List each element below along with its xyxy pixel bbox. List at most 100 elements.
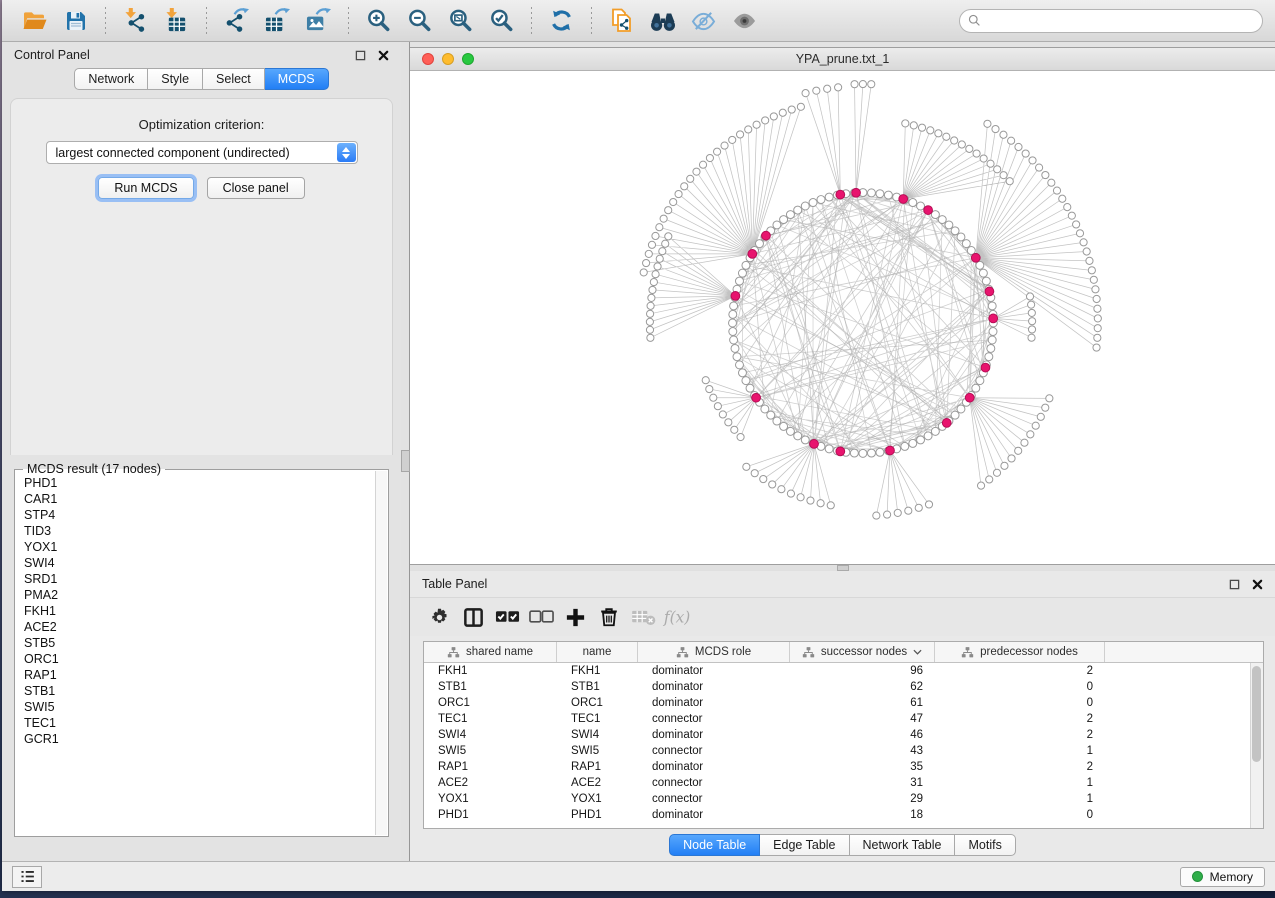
column-header-successor-nodes[interactable]: successor nodes — [790, 642, 935, 662]
mcds-result-item[interactable]: PHD1 — [24, 475, 387, 491]
table-row[interactable]: YOX1YOX1connector291 — [424, 791, 1263, 807]
show-all-icon[interactable] — [729, 5, 760, 36]
table-tab-network-table[interactable]: Network Table — [850, 834, 956, 856]
table-scrollbar-thumb[interactable] — [1252, 666, 1261, 762]
mcds-node[interactable] — [924, 206, 933, 215]
mcds-result-item[interactable]: STB5 — [24, 635, 387, 651]
mcds-result-item[interactable]: SWI5 — [24, 699, 387, 715]
mcds-result-item[interactable]: TID3 — [24, 523, 387, 539]
zoom-out-icon[interactable] — [404, 5, 435, 36]
close-panel-icon[interactable] — [378, 50, 389, 61]
mcds-result-item[interactable]: ORC1 — [24, 651, 387, 667]
export-image-icon[interactable] — [303, 5, 334, 36]
table-row[interactable]: ACE2ACE2connector311 — [424, 775, 1263, 791]
mcds-node[interactable] — [989, 314, 998, 323]
table-row[interactable]: SWI4SWI4dominator462 — [424, 727, 1263, 743]
mcds-node[interactable] — [836, 447, 845, 456]
mcds-result-item[interactable]: FKH1 — [24, 603, 387, 619]
mcds-result-item[interactable]: RAP1 — [24, 667, 387, 683]
mcds-node[interactable] — [981, 363, 990, 372]
tab-select[interactable]: Select — [203, 68, 265, 90]
mcds-result-item[interactable]: STB1 — [24, 683, 387, 699]
export-network-icon[interactable] — [221, 5, 252, 36]
table-row[interactable]: STB1STB1dominator620 — [424, 679, 1263, 695]
first-neighbors-icon[interactable] — [647, 5, 678, 36]
mcds-result-item[interactable]: PMA2 — [24, 587, 387, 603]
window-close-icon[interactable] — [422, 53, 434, 65]
column-header-predecessor-nodes[interactable]: predecessor nodes — [935, 642, 1105, 662]
mcds-list-scrollbar[interactable] — [375, 471, 387, 835]
mcds-result-item[interactable]: ACE2 — [24, 619, 387, 635]
table-row[interactable]: FKH1FKH1dominator962 — [424, 663, 1263, 679]
table-row[interactable]: RAP1RAP1dominator352 — [424, 759, 1263, 775]
mcds-node[interactable] — [971, 253, 980, 262]
import-network-icon[interactable] — [120, 5, 151, 36]
open-file-icon[interactable] — [19, 5, 50, 36]
column-header-name[interactable]: name — [557, 642, 638, 662]
mcds-result-item[interactable]: SRD1 — [24, 571, 387, 587]
import-table-icon[interactable] — [161, 5, 192, 36]
table-row[interactable]: ORC1ORC1dominator610 — [424, 695, 1263, 711]
horizontal-splitter[interactable] — [410, 565, 1275, 571]
vertical-splitter[interactable] — [401, 42, 410, 861]
mcds-node[interactable] — [942, 419, 951, 428]
column-header-shared-name[interactable]: shared name — [424, 642, 557, 662]
table-row[interactable]: TEC1TEC1connector472 — [424, 711, 1263, 727]
copy-network-icon[interactable] — [606, 5, 637, 36]
table-row[interactable]: SWI5SWI5connector431 — [424, 743, 1263, 759]
mcds-node[interactable] — [836, 190, 845, 199]
refresh-layout-icon[interactable] — [546, 5, 577, 36]
table-tab-node-table[interactable]: Node Table — [669, 834, 760, 856]
select-all-icon[interactable] — [490, 602, 524, 632]
float-table-panel-icon[interactable] — [1229, 579, 1240, 590]
network-canvas[interactable] — [410, 71, 1275, 564]
window-minimize-icon[interactable] — [442, 53, 454, 65]
mcds-result-item[interactable]: GCR1 — [24, 731, 387, 747]
deselect-all-icon[interactable] — [524, 602, 558, 632]
table-tab-edge-table[interactable]: Edge Table — [760, 834, 849, 856]
horizontal-splitter-handle[interactable] — [837, 565, 849, 571]
mcds-node[interactable] — [886, 446, 895, 455]
show-panels-list-button[interactable] — [12, 866, 42, 888]
mcds-node[interactable] — [899, 195, 908, 204]
close-table-panel-icon[interactable] — [1252, 579, 1263, 590]
table-scrollbar[interactable] — [1250, 663, 1263, 828]
window-maximize-icon[interactable] — [462, 53, 474, 65]
column-visibility-icon[interactable] — [456, 602, 490, 632]
mcds-result-item[interactable]: SWI4 — [24, 555, 387, 571]
close-panel-button[interactable]: Close panel — [207, 177, 305, 199]
mcds-node[interactable] — [985, 287, 994, 296]
mcds-node[interactable] — [852, 188, 861, 197]
mcds-node[interactable] — [752, 393, 761, 402]
run-mcds-button[interactable]: Run MCDS — [98, 177, 193, 199]
mcds-result-item[interactable]: TEC1 — [24, 715, 387, 731]
settings-gear-icon[interactable] — [422, 602, 456, 632]
tab-style[interactable]: Style — [148, 68, 203, 90]
mcds-node[interactable] — [965, 393, 974, 402]
save-session-icon[interactable] — [60, 5, 91, 36]
mcds-node[interactable] — [810, 440, 819, 449]
hide-selected-icon[interactable] — [688, 5, 719, 36]
mcds-result-item[interactable]: CAR1 — [24, 491, 387, 507]
mcds-result-item[interactable]: YOX1 — [24, 539, 387, 555]
mcds-node[interactable] — [731, 292, 740, 301]
mcds-result-item[interactable]: STP4 — [24, 507, 387, 523]
table-row[interactable]: PHD1PHD1dominator180 — [424, 807, 1263, 823]
search-input[interactable] — [959, 9, 1263, 33]
delete-column-icon[interactable] — [592, 602, 626, 632]
add-column-icon[interactable] — [558, 602, 592, 632]
column-header-MCDS-role[interactable]: MCDS role — [638, 642, 790, 662]
zoom-fit-icon[interactable] — [445, 5, 476, 36]
mcds-result-list[interactable]: PHD1CAR1STP4TID3YOX1SWI4SRD1PMA2FKH1ACE2… — [16, 471, 387, 835]
mcds-node[interactable] — [762, 231, 771, 240]
criterion-select[interactable]: largest connected component (undirected) — [46, 141, 358, 164]
float-panel-icon[interactable] — [355, 50, 366, 61]
vertical-splitter-handle[interactable] — [401, 450, 410, 472]
tab-network[interactable]: Network — [74, 68, 148, 90]
tab-mcds[interactable]: MCDS — [265, 68, 329, 90]
mcds-node[interactable] — [748, 250, 757, 259]
zoom-in-icon[interactable] — [363, 5, 394, 36]
zoom-selected-icon[interactable] — [486, 5, 517, 36]
export-table-icon[interactable] — [262, 5, 293, 36]
memory-button[interactable]: Memory — [1180, 867, 1265, 887]
